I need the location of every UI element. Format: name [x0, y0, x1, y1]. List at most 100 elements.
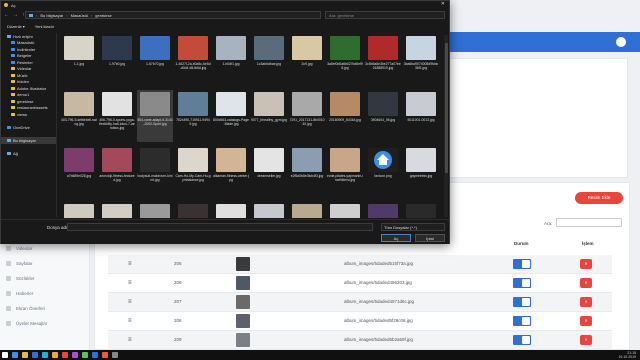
close-icon[interactable]: ✕	[441, 1, 445, 7]
file-item[interactable]: 20180909_84364.jpg	[327, 90, 363, 142]
sidebar-item[interactable]: Sayfalar	[6, 257, 86, 269]
file-item[interactable]: 1-67b70.jpg	[137, 34, 173, 86]
file-item[interactable]	[99, 202, 135, 218]
back-icon[interactable]: ←	[4, 12, 9, 18]
file-item[interactable]: 752x395-715911-94949.jpg	[175, 90, 211, 142]
taskbar-app-icon[interactable]	[30, 350, 40, 360]
delete-button[interactable]: ✕	[580, 297, 592, 307]
file-item[interactable]: 1-462712a-b0a5c-6e5d-d0d4 d8-fb6d.jpg	[175, 34, 211, 86]
nav-item[interactable]: Ağ	[1, 150, 57, 157]
file-item[interactable]: 2c9.jpg	[289, 34, 325, 86]
drag-handle-icon[interactable]: ≡	[128, 337, 132, 343]
sidebar-item[interactable]: Haberler	[6, 287, 86, 299]
sidebar-item[interactable]: Ekran Önerleri	[6, 302, 86, 314]
taskbar-app-icon[interactable]	[80, 350, 90, 360]
file-item[interactable]: dreamseller.jpg	[251, 146, 287, 198]
file-item[interactable]	[137, 202, 173, 218]
breadcrumb-item[interactable]: Bu bilgisayar	[40, 13, 63, 18]
breadcrumb-item[interactable]: Masaüstü	[71, 13, 88, 18]
file-item[interactable]: favicon.png	[365, 146, 401, 198]
add-image-button[interactable]: Resim Ekle	[575, 192, 623, 204]
file-item[interactable]: 3ba6ba9074008d9fcbc36f1.jpg	[403, 34, 439, 86]
file-item[interactable]: bodysuit-makeover-kimmi.jpg	[137, 146, 173, 198]
row-thumbnail	[236, 333, 250, 347]
file-item[interactable]: 800x563-catalogs-Page-Made.jpg	[213, 90, 249, 142]
taskbar-app-icon[interactable]	[100, 350, 110, 360]
start-icon[interactable]	[0, 350, 10, 360]
file-item[interactable]: arkeoloji-fitness-featured.jpg	[99, 146, 135, 198]
column-header-status[interactable]: Durum	[514, 241, 529, 246]
file-scrollbar[interactable]	[444, 35, 448, 217]
file-item[interactable]: 1-b0df1.jpg	[213, 34, 249, 86]
status-toggle[interactable]	[513, 278, 531, 288]
open-button[interactable]: Aç	[381, 234, 411, 242]
file-item[interactable]: 406-796-0-sports-yoga-flexibility-half-l…	[99, 90, 135, 142]
delete-button[interactable]: ✕	[580, 278, 592, 288]
file-item[interactable]: 3904604_06.jpg	[365, 90, 401, 142]
file-item[interactable]: a7b689e028.jpg	[61, 146, 97, 198]
address-bar[interactable]: › Bu bilgisayar › Masaüstü › gerekirse	[25, 11, 321, 19]
drag-handle-icon[interactable]: ≡	[128, 299, 132, 305]
file-item[interactable]: Cam-Ho-My-Cam-Hu-gymbalance.jpg	[175, 146, 211, 198]
status-toggle[interactable]	[513, 316, 531, 326]
cancel-button[interactable]: İptal	[415, 234, 445, 242]
folder-icon	[11, 47, 15, 51]
taskbar-app-icon[interactable]	[20, 350, 30, 360]
scrollbar-thumb[interactable]	[444, 43, 448, 173]
taskbar-app-icon[interactable]	[50, 350, 60, 360]
table-search-input[interactable]	[556, 218, 622, 227]
file-item[interactable]: 403-796-5-kettlebell-swing.jpg	[61, 90, 97, 142]
drag-handle-icon[interactable]: ≡	[128, 318, 132, 324]
file-item[interactable]	[365, 202, 401, 218]
taskbar-app-icon[interactable]	[110, 350, 120, 360]
file-item[interactable]: 3a5ef0d0a6b027bd5ef98.jpg	[327, 34, 363, 86]
file-item[interactable]: 7291_2017131-8b001040.jpg	[289, 90, 325, 142]
file-item[interactable]: 504-cane-adapt-it-3140-2000-Sport.jpg	[137, 90, 173, 142]
sidebar-item[interactable]: Sözlükler	[6, 272, 86, 284]
drag-handle-icon[interactable]: ≡	[128, 261, 132, 267]
filetype-select[interactable]: Tüm Dosyalar (*.*)	[381, 223, 445, 231]
delete-button[interactable]: ✕	[580, 335, 592, 345]
file-item[interactable]: 1c3ab6dbae.jpg	[251, 34, 287, 86]
file-item[interactable]	[175, 202, 211, 218]
file-thumbnail	[102, 92, 132, 116]
taskbar-app-icon[interactable]	[70, 350, 80, 360]
delete-button[interactable]: ✕	[580, 316, 592, 326]
drag-handle-icon[interactable]: ≡	[128, 280, 132, 286]
file-item[interactable]	[327, 202, 363, 218]
file-item[interactable]	[289, 202, 325, 218]
folder-search-input[interactable]: Ara: gerekirse	[325, 11, 445, 19]
file-item[interactable]: e2f5a0b8e3fcb4f3.jpg	[289, 146, 325, 198]
status-toggle[interactable]	[513, 297, 531, 307]
file-item[interactable]: 3c5b5a6e3be277a07ee01888919.jpg	[365, 34, 401, 86]
file-item[interactable]	[213, 202, 249, 218]
organize-button[interactable]: Düzenle ▾	[7, 24, 25, 29]
file-item[interactable]: 5011001-0013.jpg	[403, 90, 439, 142]
column-header-action[interactable]: İşlem	[582, 241, 594, 246]
file-item[interactable]: gaymeirekv.jpg	[403, 146, 439, 198]
file-item[interactable]	[61, 202, 97, 218]
filename-input[interactable]	[67, 223, 373, 231]
file-item[interactable]	[403, 202, 439, 218]
system-clock[interactable]: 21:15 19.10.2019	[618, 351, 636, 359]
file-item[interactable]: evde-pilates-yapmanin-inceliklersi.jpg	[327, 146, 363, 198]
user-avatar[interactable]	[616, 37, 626, 47]
status-toggle[interactable]	[513, 259, 531, 269]
taskbar-app-icon[interactable]	[10, 350, 20, 360]
file-item[interactable]	[251, 202, 287, 218]
nav-scrollbar[interactable]	[56, 33, 57, 217]
new-folder-button[interactable]: Yeni klasör	[35, 24, 54, 29]
status-toggle[interactable]	[513, 335, 531, 345]
file-item[interactable]: 1-1.jpg	[61, 34, 97, 86]
nav-item-label: Hızlı erişim	[13, 33, 33, 39]
delete-button[interactable]: ✕	[580, 259, 592, 269]
taskbar-app-icon[interactable]	[60, 350, 70, 360]
breadcrumb-item[interactable]: gerekirse	[95, 13, 111, 18]
taskbar-app-icon[interactable]	[90, 350, 100, 360]
file-item[interactable]: 1-97b0.jpg	[99, 34, 135, 86]
taskbar-app-icon[interactable]	[40, 350, 50, 360]
file-item[interactable]: alkaman-fitness-center.jpg	[213, 146, 249, 198]
file-item[interactable]: 9077_bhealthy_gym.jpg	[251, 90, 287, 142]
sidebar-item[interactable]: Üyeler Mesajlar	[6, 317, 86, 329]
forward-icon[interactable]: →	[13, 12, 18, 18]
